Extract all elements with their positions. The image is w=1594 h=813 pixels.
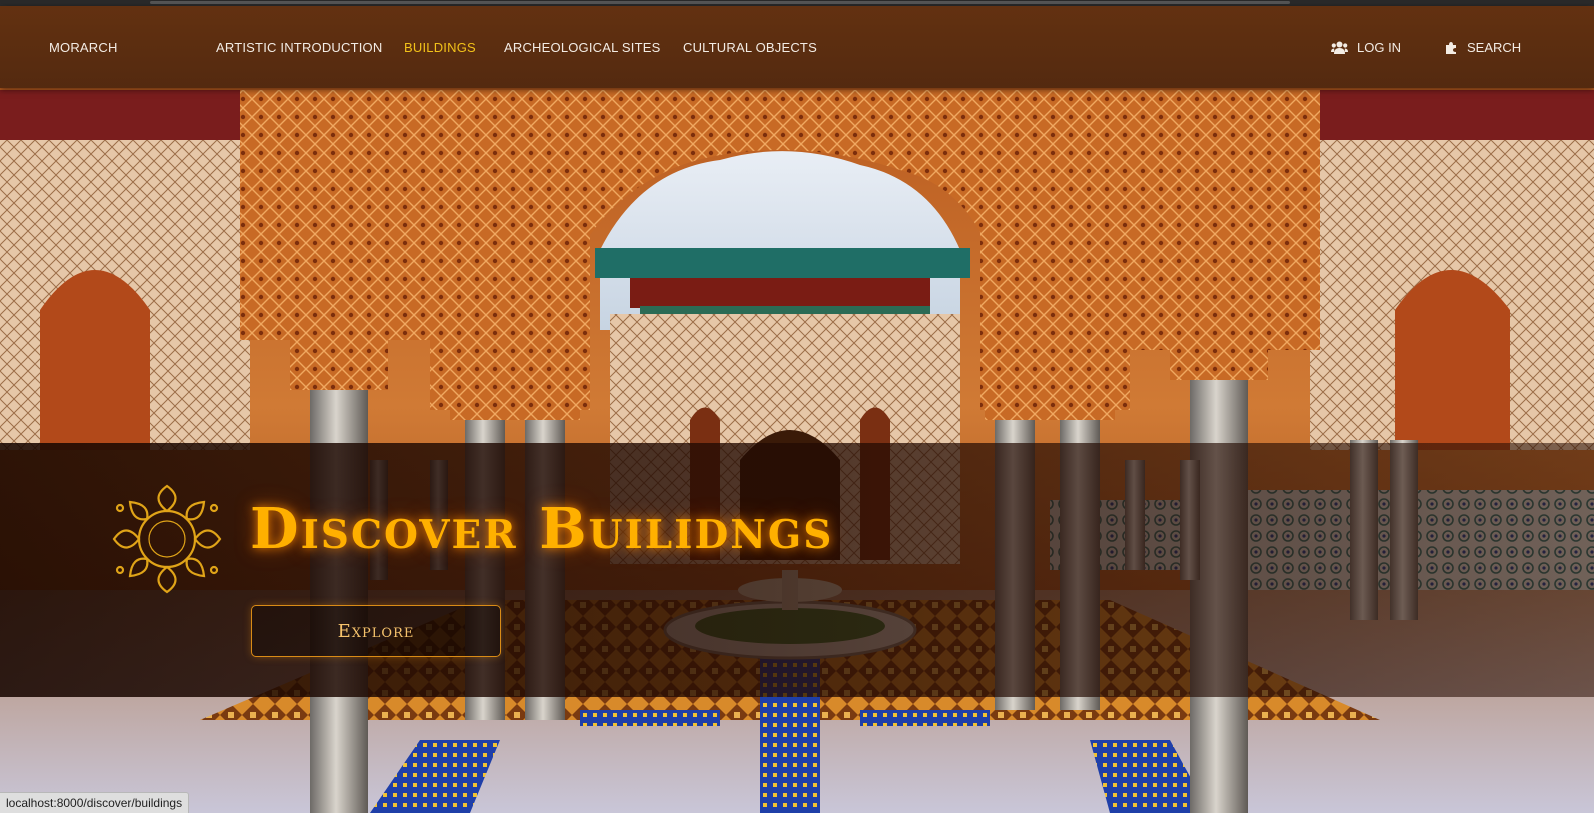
ornament-icon [106, 478, 228, 600]
hero-overlay-panel [0, 443, 1594, 697]
top-navbar: MORARCH ARTISTIC INTRODUCTION BUILDINGS … [0, 6, 1594, 88]
users-icon [1331, 41, 1348, 54]
scrollbar-thumb[interactable] [150, 1, 1290, 4]
nav-item-buildings[interactable]: BUILDINGS [404, 40, 476, 55]
login-label: LOG IN [1357, 40, 1402, 55]
status-bar-url: localhost:8000/discover/buildings [0, 792, 190, 813]
page-title: Discover Builidngs [250, 496, 834, 562]
login-link[interactable]: LOG IN [1331, 40, 1401, 55]
explore-button[interactable]: Explore [251, 605, 501, 657]
search-link[interactable]: SEARCH [1444, 40, 1521, 55]
nav-item-archeological-sites[interactable]: ARCHEOLOGICAL SITES [504, 40, 660, 55]
puzzle-icon [1444, 41, 1458, 55]
nav-item-cultural-objects[interactable]: CULTURAL OBJECTS [683, 40, 817, 55]
brand-logo-link[interactable]: MORARCH [49, 40, 118, 55]
search-label: SEARCH [1467, 40, 1522, 55]
nav-item-artistic-introduction[interactable]: ARTISTIC INTRODUCTION [216, 40, 382, 55]
